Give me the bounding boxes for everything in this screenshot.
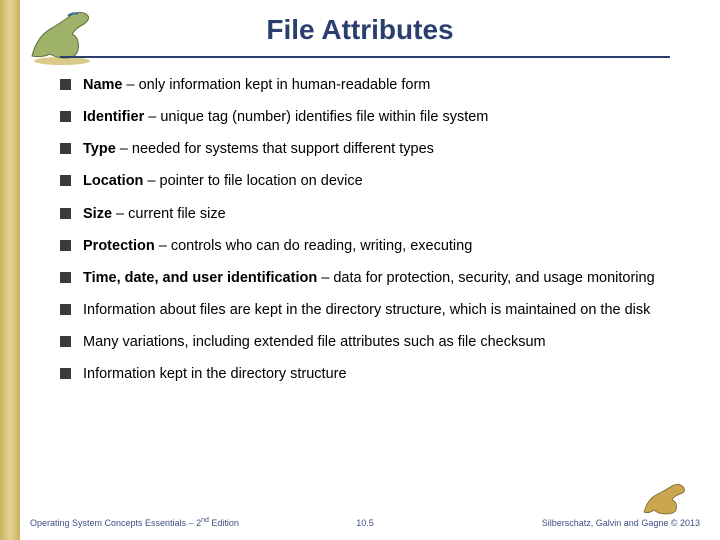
bullet-text: Information about files are kept in the …	[83, 301, 670, 319]
bullet-text: Many variations, including extended file…	[83, 333, 670, 351]
bullet-square-icon	[60, 336, 71, 347]
bullet-square-icon	[60, 208, 71, 219]
bullet-text: Location – pointer to file location on d…	[83, 172, 670, 190]
bullet-text: Name – only information kept in human-re…	[83, 76, 670, 94]
title-underline	[60, 56, 670, 58]
left-stripe	[0, 0, 20, 540]
list-item: Name – only information kept in human-re…	[60, 76, 670, 94]
slide-title: File Attributes	[0, 14, 720, 46]
bullet-square-icon	[60, 240, 71, 251]
bullet-text: Protection – controls who can do reading…	[83, 237, 670, 255]
bullet-square-icon	[60, 272, 71, 283]
bullet-square-icon	[60, 175, 71, 186]
bullet-square-icon	[60, 143, 71, 154]
bullet-text: Time, date, and user identification – da…	[83, 269, 670, 287]
list-item: Size – current file size	[60, 205, 670, 223]
slide: File Attributes Name – only information …	[0, 0, 720, 540]
list-item: Type – needed for systems that support d…	[60, 140, 670, 158]
bullet-square-icon	[60, 111, 71, 122]
bullet-square-icon	[60, 368, 71, 379]
bullet-list: Name – only information kept in human-re…	[60, 76, 670, 397]
bullet-square-icon	[60, 304, 71, 315]
footer: Operating System Concepts Essentials – 2…	[30, 490, 700, 530]
list-item: Time, date, and user identification – da…	[60, 269, 670, 287]
list-item: Identifier – unique tag (number) identif…	[60, 108, 670, 126]
bullet-text: Size – current file size	[83, 205, 670, 223]
list-item: Information about files are kept in the …	[60, 301, 670, 319]
list-item: Location – pointer to file location on d…	[60, 172, 670, 190]
bullet-square-icon	[60, 79, 71, 90]
list-item: Information kept in the directory struct…	[60, 365, 670, 383]
list-item: Protection – controls who can do reading…	[60, 237, 670, 255]
bullet-text: Identifier – unique tag (number) identif…	[83, 108, 670, 126]
bullet-text: Type – needed for systems that support d…	[83, 140, 670, 158]
list-item: Many variations, including extended file…	[60, 333, 670, 351]
bullet-text: Information kept in the directory struct…	[83, 365, 670, 383]
footer-copyright: Silberschatz, Galvin and Gagne © 2013	[542, 518, 700, 528]
